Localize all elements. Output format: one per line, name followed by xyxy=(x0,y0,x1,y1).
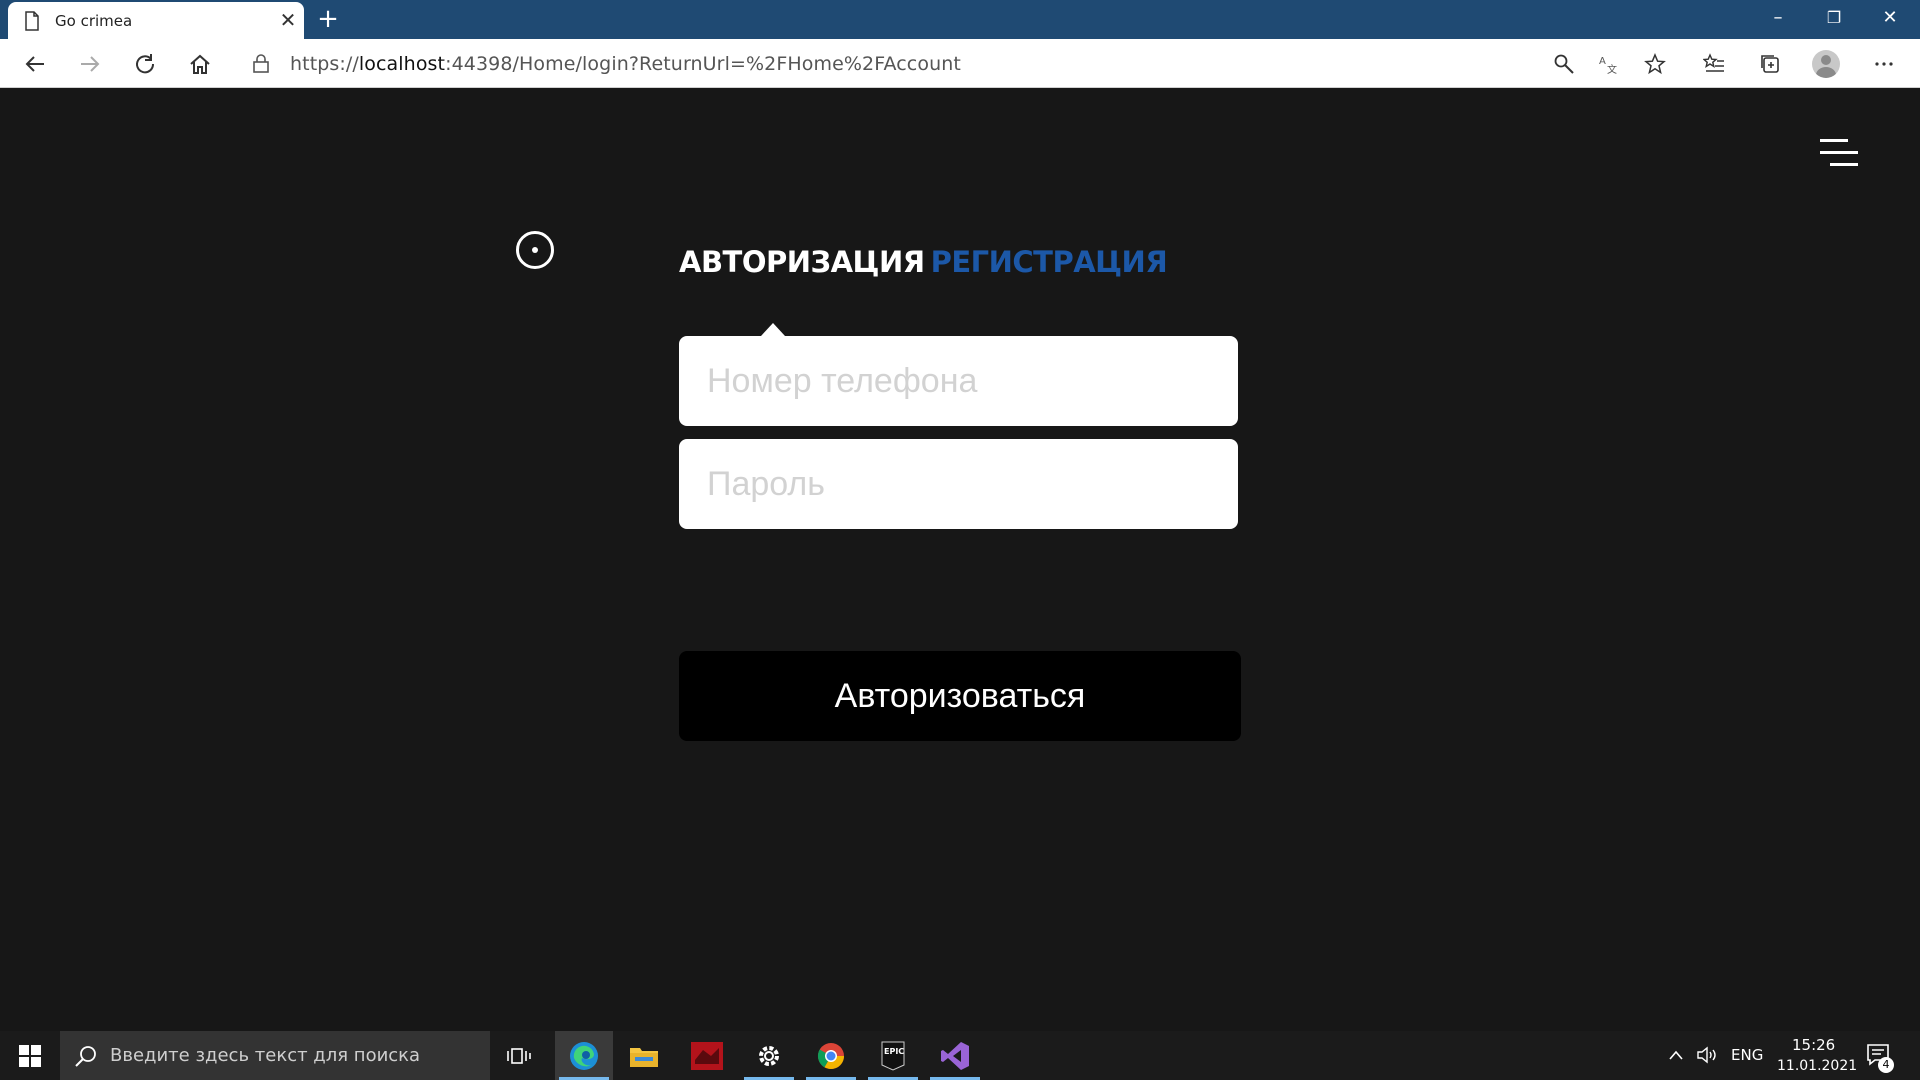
epic-games-icon: EPIC xyxy=(881,1041,905,1071)
tab-close-icon[interactable]: ✕ xyxy=(278,10,298,30)
tab-title: Go crimea xyxy=(55,12,133,30)
new-tab-button[interactable]: + xyxy=(314,6,342,34)
svg-text:A: A xyxy=(1599,56,1606,67)
profile-avatar[interactable] xyxy=(1812,50,1840,78)
task-view-button[interactable] xyxy=(490,1031,548,1080)
tab-login[interactable]: АВТОРИЗАЦИЯ xyxy=(679,245,925,279)
password-input[interactable] xyxy=(679,439,1238,529)
favorites-button[interactable] xyxy=(1697,47,1731,81)
game-app-icon xyxy=(691,1041,723,1070)
collections-icon xyxy=(1761,55,1779,73)
url-text: https://localhost:44398/Home/login?Retur… xyxy=(290,53,961,75)
taskbar-search[interactable]: Введите здесь текст для поиска xyxy=(60,1031,490,1080)
taskbar-edge[interactable] xyxy=(555,1031,613,1080)
browser-tab[interactable]: Go crimea ✕ xyxy=(8,2,304,39)
arrow-left-icon xyxy=(25,56,44,72)
favorite-button[interactable] xyxy=(1638,47,1672,81)
home-icon xyxy=(190,54,210,74)
home-button[interactable] xyxy=(183,47,217,81)
minimize-button[interactable]: – xyxy=(1750,0,1806,36)
forward-button[interactable] xyxy=(73,47,107,81)
login-button[interactable]: Авторизоваться xyxy=(679,651,1241,741)
restore-button[interactable]: ❐ xyxy=(1806,0,1862,36)
back-button[interactable] xyxy=(18,47,52,81)
page-icon xyxy=(25,11,39,31)
start-button[interactable] xyxy=(0,1031,60,1080)
taskbar-visual-studio[interactable] xyxy=(926,1031,984,1080)
page-content xyxy=(0,89,1920,1031)
auth-tabs: АВТОРИЗАЦИЯ РЕГИСТРАЦИЯ xyxy=(679,245,1168,279)
file-explorer-icon xyxy=(630,1047,658,1067)
task-view-icon xyxy=(507,1047,531,1064)
phone-input[interactable] xyxy=(679,336,1238,426)
reload-icon xyxy=(136,54,155,74)
clock-time[interactable]: 15:26 xyxy=(1792,1036,1835,1054)
more-menu-button[interactable] xyxy=(1867,47,1901,81)
favorites-list-icon xyxy=(1703,53,1724,72)
chrome-icon xyxy=(817,1042,845,1069)
browser-toolbar: https://localhost:44398/Home/login?Retur… xyxy=(0,39,1920,88)
taskbar-chrome[interactable] xyxy=(802,1031,860,1080)
edge-icon xyxy=(570,1041,598,1070)
tab-register[interactable]: РЕГИСТРАЦИЯ xyxy=(931,245,1168,279)
browser-titlebar: Go crimea ✕ + – ❐ ✕ xyxy=(0,0,1920,39)
taskbar-settings[interactable] xyxy=(740,1031,798,1080)
close-window-button[interactable]: ✕ xyxy=(1862,0,1918,36)
cursor-indicator-icon xyxy=(516,231,554,269)
arrow-right-icon xyxy=(81,56,100,72)
taskbar-file-explorer[interactable] xyxy=(615,1031,673,1080)
zoom-button[interactable] xyxy=(1547,47,1581,81)
taskbar-game-app[interactable] xyxy=(678,1031,736,1080)
search-key-icon xyxy=(1554,54,1574,74)
more-icon xyxy=(1875,62,1893,66)
language-indicator[interactable]: ENG xyxy=(1731,1046,1763,1064)
windows-logo-icon xyxy=(19,1044,41,1067)
svg-text:文: 文 xyxy=(1607,63,1617,75)
notification-count-badge: 4 xyxy=(1878,1057,1894,1073)
search-icon xyxy=(75,1046,96,1067)
chevron-up-icon[interactable] xyxy=(1668,1049,1684,1061)
search-placeholder: Введите здесь текст для поиска xyxy=(110,1045,421,1066)
translate-button[interactable]: A文 xyxy=(1592,47,1626,81)
clock-date[interactable]: 11.01.2021 xyxy=(1777,1058,1857,1074)
volume-icon[interactable] xyxy=(1696,1045,1720,1065)
taskbar-epic-games[interactable]: EPIC xyxy=(864,1031,922,1080)
settings-icon xyxy=(759,1045,779,1066)
visual-studio-icon xyxy=(941,1041,969,1070)
hamburger-menu-icon[interactable] xyxy=(1820,139,1860,169)
star-icon xyxy=(1644,53,1666,75)
translate-icon: A文 xyxy=(1599,56,1617,75)
collections-button[interactable] xyxy=(1753,47,1787,81)
windows-taskbar: Введите здесь текст для поиска EPIC ENG … xyxy=(0,1031,1920,1080)
address-bar[interactable]: https://localhost:44398/Home/login?Retur… xyxy=(238,45,1678,81)
svg-text:EPIC: EPIC xyxy=(884,1047,904,1056)
reload-button[interactable] xyxy=(128,47,162,81)
active-tab-pointer xyxy=(761,323,785,336)
lock-icon xyxy=(253,54,269,73)
